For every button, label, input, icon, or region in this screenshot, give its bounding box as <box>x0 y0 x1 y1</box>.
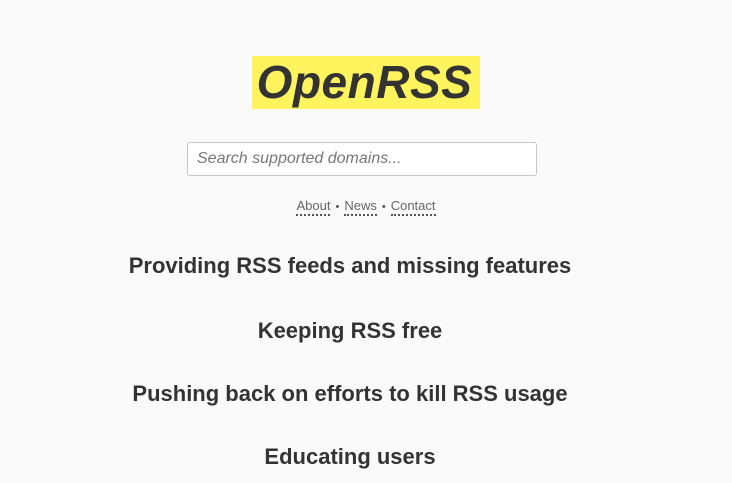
page: OpenRSS About • News • Contact Providing RSS… <box>0 0 732 483</box>
search-input[interactable] <box>187 142 537 176</box>
mission-headline: Pushing back on efforts to kill RSS usag… <box>132 381 568 406</box>
mission-headline: Educating users <box>264 444 436 469</box>
site-logo[interactable]: OpenRSS <box>251 56 481 109</box>
logo-container: OpenRSS <box>0 56 732 109</box>
top-nav: About • News • Contact <box>0 198 732 216</box>
nav-link-contact[interactable]: Contact <box>390 198 436 216</box>
mission-headline: Providing RSS feeds and missing features <box>128 253 572 278</box>
nav-separator: • <box>381 201 386 213</box>
mission-headline: Keeping RSS free <box>257 318 443 343</box>
nav-link-news[interactable]: News <box>344 198 377 216</box>
nav-separator: • <box>335 201 340 213</box>
nav-link-about[interactable]: About <box>296 198 331 216</box>
